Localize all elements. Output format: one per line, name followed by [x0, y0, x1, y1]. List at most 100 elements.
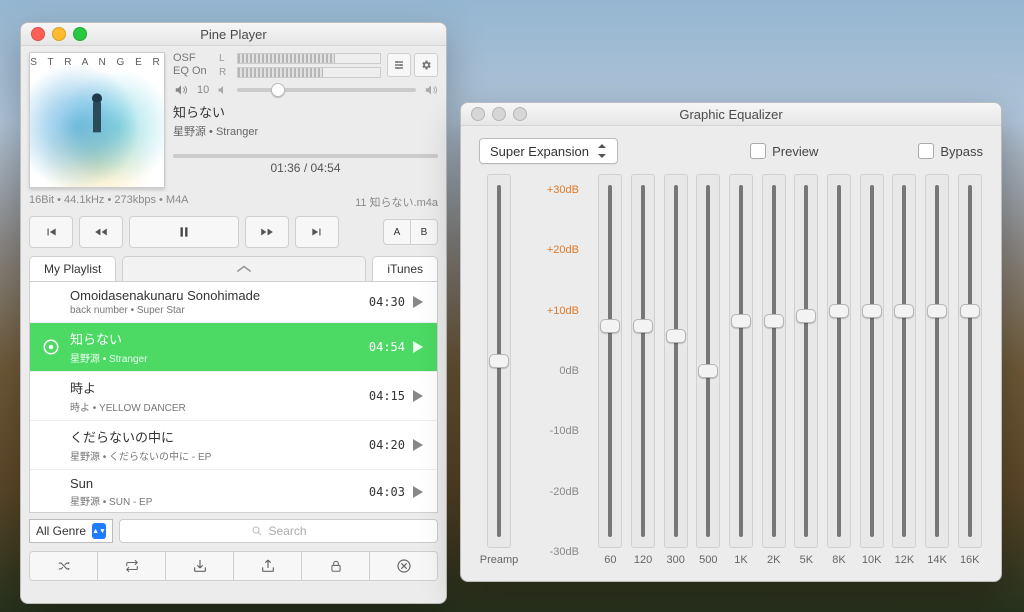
genre-select[interactable]: All Genre ▲▼ — [29, 519, 113, 543]
progress-slider[interactable] — [173, 154, 438, 158]
playlist-item-subtitle: 星野源 • Stranger — [70, 350, 361, 365]
play-icon[interactable] — [413, 296, 427, 308]
eq-window-title: Graphic Equalizer — [461, 107, 1001, 122]
playlist-item-duration: 04:20 — [369, 438, 405, 452]
lock-button[interactable] — [302, 552, 370, 580]
window-minimize-button[interactable] — [52, 27, 66, 41]
eq-open-button[interactable] — [414, 53, 438, 77]
eq-band-label: 8K — [832, 554, 845, 568]
ab-b-button[interactable]: B — [411, 219, 438, 245]
playlist-item-duration: 04:03 — [369, 485, 405, 499]
equalizer-window: Graphic Equalizer Super Expansion Previe… — [460, 102, 1002, 582]
window-minimize-button[interactable] — [492, 107, 506, 121]
import-button[interactable] — [166, 552, 234, 580]
genre-select-label: All Genre — [36, 524, 86, 538]
eq-band-fader[interactable] — [729, 174, 753, 548]
player-titlebar[interactable]: Pine Player — [21, 23, 446, 46]
next-track-button[interactable] — [295, 216, 339, 248]
forward-button[interactable] — [245, 216, 289, 248]
eq-band-fader[interactable] — [958, 174, 982, 548]
playlist-collapse-button[interactable] — [122, 256, 366, 281]
album-art[interactable]: S T R A N G E R — [29, 52, 165, 188]
playlist-item-title: くだらないの中に — [70, 427, 361, 446]
playlist-item-duration: 04:54 — [369, 340, 405, 354]
eq-preamp-fader[interactable] — [487, 174, 511, 548]
eq-bypass-checkbox[interactable]: Bypass — [918, 143, 983, 159]
rewind-button[interactable] — [79, 216, 123, 248]
volume-row: 10 — [173, 83, 438, 97]
play-icon[interactable] — [413, 486, 427, 498]
shuffle-button[interactable] — [30, 552, 98, 580]
eq-band-label: 14K — [927, 554, 947, 568]
now-playing-icon — [40, 338, 62, 356]
eq-band-fader[interactable] — [925, 174, 949, 548]
format-info: 16Bit • 44.1kHz • 273kbps • M4A — [29, 194, 189, 210]
window-close-button[interactable] — [471, 107, 485, 121]
window-zoom-button[interactable] — [73, 27, 87, 41]
playlist-item[interactable]: 時よ時よ • YELLOW DANCER04:15 — [30, 372, 437, 421]
volume-value: 10 — [197, 84, 209, 96]
eq-bands: 601203005001K2K5K8K10K12K14K16K — [597, 174, 983, 568]
clear-button[interactable] — [370, 552, 437, 580]
eq-band-fader[interactable] — [794, 174, 818, 548]
eq-band-fader[interactable] — [762, 174, 786, 548]
playlist-item[interactable]: 知らない星野源 • Stranger04:54 — [30, 323, 437, 372]
play-icon[interactable] — [413, 439, 427, 451]
eq-db-mark: +10dB — [533, 305, 579, 317]
play-icon[interactable] — [413, 341, 427, 353]
export-button[interactable] — [234, 552, 302, 580]
repeat-button[interactable] — [98, 552, 166, 580]
search-input[interactable]: Search — [119, 519, 438, 543]
eq-titlebar[interactable]: Graphic Equalizer — [461, 103, 1001, 126]
progress-time: 01:36 / 04:54 — [173, 161, 438, 175]
play-pause-button[interactable] — [129, 216, 239, 248]
window-zoom-button[interactable] — [513, 107, 527, 121]
eq-preset-label: Super Expansion — [490, 144, 589, 159]
eq-db-mark: +20dB — [533, 244, 579, 256]
current-filename: 11 知らない.m4a — [355, 194, 438, 210]
eq-preamp-label: Preamp — [480, 554, 519, 568]
eq-preset-select[interactable]: Super Expansion — [479, 138, 618, 164]
playlist-item-subtitle: 星野源 • くだらないの中に - EP — [70, 448, 361, 463]
tab-my-playlist[interactable]: My Playlist — [29, 256, 116, 281]
eq-band-fader[interactable] — [598, 174, 622, 548]
volume-slider[interactable] — [237, 88, 416, 92]
osf-label: OSF — [173, 52, 213, 65]
playlist-item-title: Omoidasenakunaru Sonohimade — [70, 288, 361, 303]
eq-band-label: 300 — [667, 554, 685, 568]
playlist[interactable]: Omoidasenakunaru Sonohimadeback number •… — [29, 281, 438, 513]
eq-preview-checkbox[interactable]: Preview — [750, 143, 818, 159]
tab-itunes[interactable]: iTunes — [372, 256, 438, 281]
now-playing-title: 知らない — [173, 102, 438, 121]
ab-a-button[interactable]: A — [383, 219, 411, 245]
volume-min-icon — [217, 84, 229, 96]
footer-toolbar — [29, 551, 438, 581]
vu-meter — [237, 53, 381, 78]
playlist-item-title: 時よ — [70, 378, 361, 397]
player-window: Pine Player S T R A N G E R OSF EQ On L — [20, 22, 447, 604]
album-art-title: S T R A N G E R — [30, 57, 164, 68]
ab-loop-group[interactable]: A B — [383, 219, 438, 245]
eq-band-label: 12K — [895, 554, 915, 568]
eq-band-fader[interactable] — [696, 174, 720, 548]
eq-band-label: 60 — [604, 554, 616, 568]
chevron-updown-icon — [597, 144, 607, 158]
playlist-item[interactable]: Sun星野源 • SUN - EP04:03 — [30, 470, 437, 513]
eq-band-label: 5K — [800, 554, 813, 568]
eq-band-fader[interactable] — [827, 174, 851, 548]
playlist-item[interactable]: Omoidasenakunaru Sonohimadeback number •… — [30, 282, 437, 323]
eq-band-fader[interactable] — [892, 174, 916, 548]
prev-track-button[interactable] — [29, 216, 73, 248]
osf-settings-button[interactable] — [387, 53, 411, 77]
eq-band-fader[interactable] — [664, 174, 688, 548]
play-icon[interactable] — [413, 390, 427, 402]
eq-band-label: 10K — [862, 554, 882, 568]
volume-max-icon — [424, 83, 438, 97]
eq-band-fader[interactable] — [860, 174, 884, 548]
playlist-item[interactable]: くだらないの中に星野源 • くだらないの中に - EP 04:20 — [30, 421, 437, 470]
eq-band-fader[interactable] — [631, 174, 655, 548]
volume-icon — [173, 83, 189, 97]
window-close-button[interactable] — [31, 27, 45, 41]
eq-db-mark: -10dB — [533, 425, 579, 437]
vu-left-label: L — [219, 53, 231, 64]
